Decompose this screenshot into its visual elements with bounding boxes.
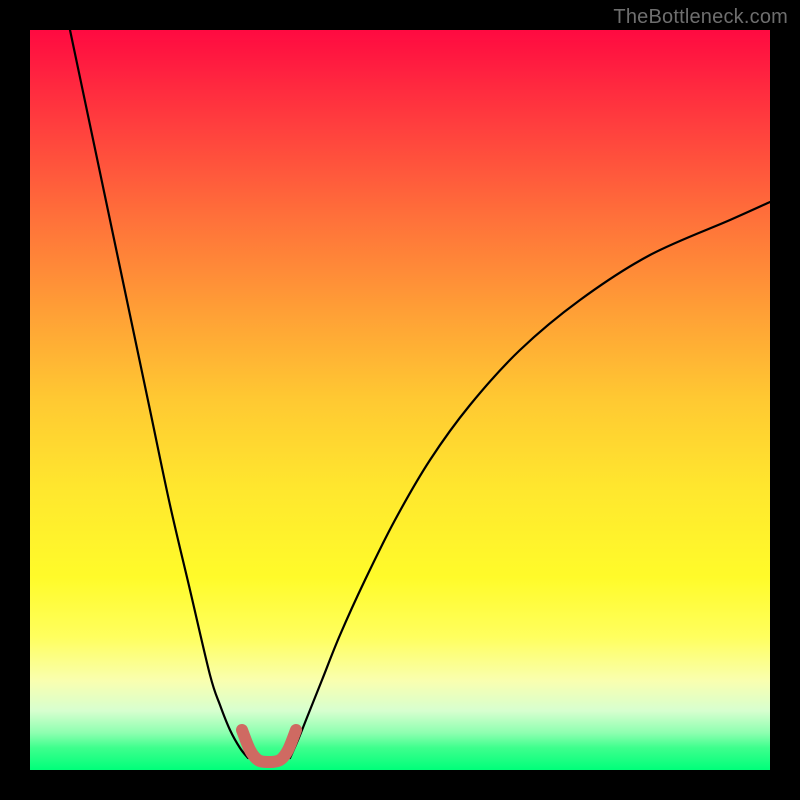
curve-left — [70, 30, 248, 758]
curve-right — [290, 202, 770, 758]
chart-svg — [30, 30, 770, 770]
watermark-label: TheBottleneck.com — [613, 6, 788, 29]
valley-highlight — [242, 730, 296, 762]
